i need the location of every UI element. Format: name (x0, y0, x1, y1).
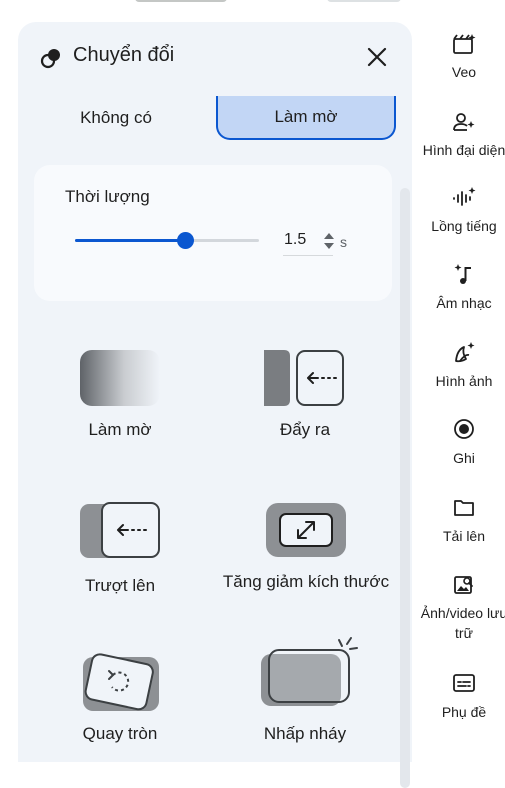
rail-item-upload[interactable]: Tải lên (412, 496, 505, 566)
close-icon (367, 47, 387, 67)
rail-item-subtitles[interactable]: Phụ đề (412, 672, 505, 742)
rail-label: Tải lên (442, 528, 486, 544)
rail-label-line1: Ảnh/video lưu (420, 605, 505, 621)
rail-item-veo[interactable]: Veo (412, 32, 505, 102)
duration-card: Thời lượng 1.5 s (34, 165, 392, 301)
top-partial-element-2 (327, 0, 401, 2)
rail-item-record[interactable]: Ghi (412, 418, 505, 488)
duration-slider[interactable] (75, 232, 259, 249)
rail-label: Âm nhạc (436, 295, 492, 311)
panel-title: Chuyển đổi (73, 44, 175, 66)
avatar-sparkle-icon (453, 113, 475, 131)
option-label: Tăng giảm kích thước (222, 572, 390, 591)
tools-rail: Veo Hình đại diện Lồng tiếng Âm nhạc Hìn… (412, 0, 505, 745)
rail-label: Lồng tiếng (431, 218, 497, 234)
rail-item-music[interactable]: Âm nhạc (412, 263, 505, 333)
option-label: Trượt lên (84, 576, 156, 595)
option-label: Quay tròn (82, 724, 158, 743)
option-push[interactable]: Đẩy ra (244, 344, 366, 444)
rail-label: Phụ đề (441, 704, 487, 720)
record-icon (454, 419, 474, 439)
rail-item-image[interactable]: Hình ảnh (412, 341, 505, 411)
option-fade[interactable]: Làm mờ (58, 344, 182, 444)
option-scale[interactable]: Tăng giảm kích thước (218, 500, 394, 600)
option-flash[interactable]: Nhấp nháy (244, 628, 366, 752)
option-rotate[interactable]: Quay tròn (58, 652, 182, 752)
clapperboard-sparkle-icon (453, 34, 476, 54)
music-note-icon (454, 264, 471, 284)
banana-sparkle-icon (455, 342, 475, 363)
transition-panel: Chuyển đổi Không có Làm mờ Thời lượng 1.… (18, 22, 412, 788)
duration-label: Thời lượng (65, 187, 150, 206)
rail-label: Ghi (453, 450, 475, 466)
rail-label: Hình đại diện (422, 142, 505, 158)
duration-unit: s (340, 234, 347, 250)
stepper-arrows-icon[interactable] (323, 231, 335, 251)
flash-icon (261, 637, 358, 706)
tab-blur[interactable]: Làm mờ (216, 96, 396, 140)
transition-icon (40, 49, 60, 69)
duration-slider-thumb[interactable] (177, 232, 195, 249)
rail-label-line2: trữ (455, 625, 473, 641)
stock-media-icon (454, 576, 473, 594)
duration-input[interactable]: 1.5 (283, 227, 335, 256)
rotate-icon (83, 653, 159, 711)
slide-icon (80, 502, 160, 558)
voice-wave-icon (453, 187, 476, 206)
folder-icon (454, 500, 474, 516)
panel-scrollbar[interactable] (400, 188, 410, 788)
top-partial-element (135, 0, 227, 2)
option-label: Đẩy ra (279, 420, 331, 439)
fade-icon (80, 350, 160, 406)
duration-slider-fill (75, 239, 186, 242)
rail-label: Hình ảnh (435, 373, 493, 389)
option-label: Làm mờ (88, 420, 152, 439)
scale-icon (266, 503, 346, 557)
option-slide[interactable]: Trượt lên (58, 500, 182, 600)
panel-header: Chuyển đổi (18, 22, 412, 94)
duration-value: 1.5 (284, 231, 307, 248)
close-button[interactable] (362, 42, 392, 72)
rail-item-voiceover[interactable]: Lồng tiếng (412, 186, 505, 256)
push-icon (264, 350, 344, 406)
rail-item-stock-media[interactable]: Ảnh/video lưu trữ (412, 573, 505, 653)
subtitles-icon (453, 674, 475, 692)
option-label: Nhấp nháy (263, 724, 347, 743)
rail-item-avatar[interactable]: Hình đại diện (412, 110, 505, 180)
transition-type-tabs: Không có Làm mờ (18, 96, 412, 142)
tab-none[interactable]: Không có (18, 96, 214, 140)
rail-label: Veo (451, 64, 477, 80)
